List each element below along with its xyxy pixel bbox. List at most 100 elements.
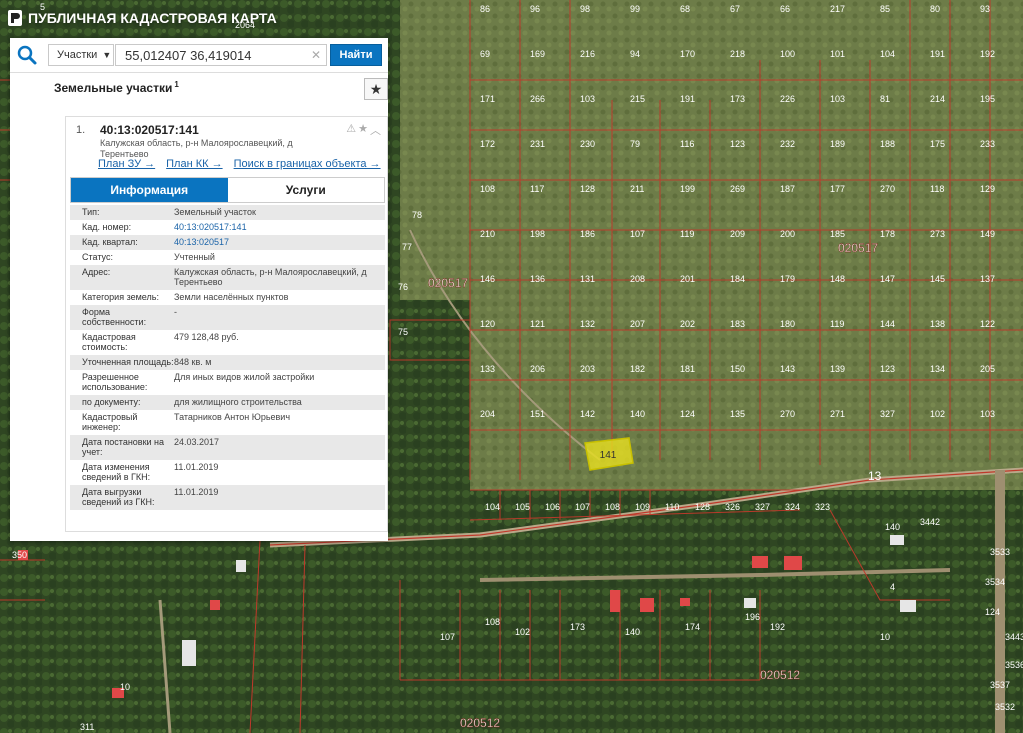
attribute-row: Кад. квартал: 40:13:020517	[70, 235, 385, 250]
chevron-up-icon[interactable]: ︿	[370, 122, 381, 138]
parcel-number-label: 103	[830, 94, 845, 104]
results-count: 1	[174, 80, 179, 89]
attribute-key: Кад. номер:	[82, 222, 132, 232]
parcel-number-label: 86	[480, 4, 490, 14]
parcel-number-label: 80	[930, 4, 940, 14]
attribute-value: 848 кв. м	[174, 357, 212, 367]
parcel-number-label: 122	[980, 319, 995, 329]
parcel-number-label: 117	[530, 184, 544, 194]
attribute-value[interactable]: 40:13:020517	[174, 237, 385, 247]
parcel-number-label: 271	[830, 409, 845, 419]
parcel-number-label: 136	[530, 274, 545, 284]
parcel-number-label: 124	[680, 409, 695, 419]
parcel-number-label: 177	[830, 184, 845, 194]
parcel-number-label: 121	[530, 319, 545, 329]
attribute-value[interactable]: 40:13:020517:141	[174, 222, 385, 232]
attribute-key: Кад. квартал:	[82, 237, 138, 247]
card-actions: ⚠ ★ ︿	[346, 122, 381, 138]
attribute-row: Дата изменения сведений в ГКН: 11.01.2019	[70, 460, 385, 485]
parcel-number-label: 76	[398, 282, 408, 292]
parcel-number-label: 226	[780, 94, 795, 104]
parcel-number-label: 78	[412, 210, 422, 220]
parcel-number-label: 173	[730, 94, 745, 104]
attribute-value: для жилищного строительства	[174, 397, 302, 407]
search-input[interactable]	[115, 44, 327, 66]
search-icon[interactable]	[16, 44, 38, 66]
object-type-select[interactable]: Участки ▼	[48, 44, 114, 66]
attribute-key: Дата изменения сведений в ГКН:	[82, 462, 151, 482]
attribute-key: Разрешенное использование:	[82, 372, 148, 392]
star-icon[interactable]: ★	[358, 122, 368, 138]
parcel-number-label: 94	[630, 49, 640, 59]
attribute-value: Татарников Антон Юрьевич	[174, 412, 291, 422]
attribute-value: -	[174, 307, 177, 317]
parcel-number-label: 75	[398, 327, 408, 337]
parcel-number-label: 3536	[1005, 660, 1023, 670]
warning-icon[interactable]: ⚠	[346, 122, 356, 138]
favorites-button[interactable]: ★	[364, 78, 388, 100]
result-index: 1.	[76, 124, 86, 136]
attribute-key: Адрес:	[82, 267, 111, 277]
parcel-number-label: 171	[480, 94, 495, 104]
parcel-number-label: 179	[780, 274, 795, 284]
parcel-number-label: 206	[530, 364, 545, 374]
search-button[interactable]: Найти	[330, 44, 382, 66]
parcel-number-label: 215	[630, 94, 645, 104]
parcel-number-label: 107	[575, 502, 590, 512]
results-heading: Земельные участки 1	[54, 80, 179, 95]
parcel-number-label: 214	[930, 94, 945, 104]
attribute-row: Тип: Земельный участок	[70, 205, 385, 220]
parcel-number-label: 140	[885, 522, 900, 532]
parcel-number-label: 69	[480, 49, 490, 59]
parcel-number-label: 202	[680, 319, 695, 329]
parcel-number-label: 350	[12, 550, 27, 560]
parcel-number-label: 209	[730, 229, 745, 239]
card-tabs: Информация Услуги	[70, 177, 385, 203]
parcel-number-label: 175	[930, 139, 945, 149]
parcel-number-label: 170	[680, 49, 695, 59]
parcel-number-label: 108	[605, 502, 620, 512]
parcel-number-label: 140	[630, 409, 645, 419]
parcel-number-label: 189	[830, 139, 845, 149]
chevron-down-icon: ▼	[102, 50, 112, 60]
parcel-number-label: 131	[580, 274, 595, 284]
parcel-number-label: 108	[485, 617, 500, 627]
parcel-number-label: 139	[830, 364, 845, 374]
parcel-number-label: 119	[830, 319, 844, 329]
parcel-number-label: 3442	[920, 517, 940, 527]
plan-zu-link[interactable]: План ЗУ →	[98, 158, 155, 170]
parcel-number-label: 129	[980, 184, 995, 194]
attribute-value: 11.01.2019	[174, 462, 219, 472]
parcel-number-label: 104	[880, 49, 895, 59]
clear-icon[interactable]: ✕	[311, 48, 321, 62]
parcel-number-label: 99	[630, 4, 640, 14]
tab-services[interactable]: Услуги	[227, 178, 384, 202]
parcel-number-label: 77	[402, 242, 412, 252]
search-bar: Участки ▼ ✕ Найти	[10, 38, 388, 73]
tab-information[interactable]: Информация	[71, 178, 228, 202]
parcel-number-label: 3443	[1005, 632, 1023, 642]
parcel-number-label: 132	[580, 319, 595, 329]
attribute-row: Кад. номер: 40:13:020517:141	[70, 220, 385, 235]
parcel-number-label: 195	[980, 94, 995, 104]
parcel-number-label: 123	[880, 364, 895, 374]
parcel-number-label: 107	[440, 632, 455, 642]
search-in-bounds-link[interactable]: Поиск в границах объекта →	[234, 158, 381, 170]
parcel-number-label: 105	[515, 502, 530, 512]
parcel-card: 1. 40:13:020517:141 Калужская область, р…	[65, 116, 388, 532]
parcel-number-label: 205	[980, 364, 995, 374]
parcel-number-label: 186	[580, 229, 595, 239]
plan-kk-link[interactable]: План КК →	[166, 158, 222, 170]
quarter-label: 020512	[460, 716, 500, 730]
parcel-number-label: 191	[680, 94, 695, 104]
parcel-number-label: 144	[880, 319, 895, 329]
parcel-number-label: 101	[830, 49, 845, 59]
parcel-number-label: 149	[980, 229, 995, 239]
attribute-value: Калужская область, р-н Малоярославецкий,…	[174, 267, 367, 287]
app-title: ПУБЛИЧНАЯ КАДАСТРОВАЯ КАРТА	[28, 10, 277, 26]
attribute-key: Дата постановки на учет:	[82, 437, 165, 457]
parcel-number-label: 106	[545, 502, 560, 512]
parcel-number-label: 79	[630, 139, 640, 149]
parcel-number-label: 270	[880, 184, 895, 194]
parcel-number-label: 173	[570, 622, 585, 632]
